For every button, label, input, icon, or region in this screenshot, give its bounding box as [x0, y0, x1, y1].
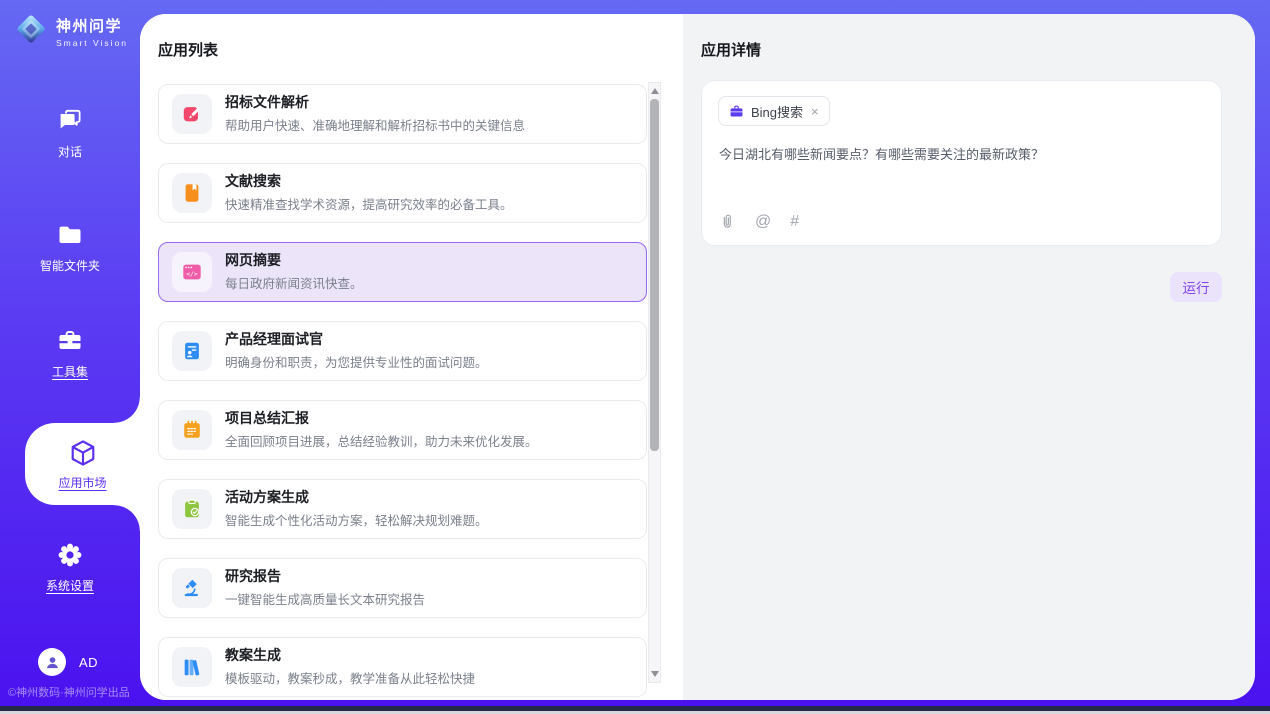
app-card-title: 教案生成: [225, 647, 475, 664]
app-card-活动方案生成[interactable]: 活动方案生成智能生成个性化活动方案，轻松解决规划难题。: [158, 479, 647, 539]
app-detail-panel: 应用详情 Bing搜索 × 今日湖北有哪些新闻要点？有哪些需要关注的最新政策？ …: [683, 14, 1255, 700]
app-card-title: 招标文件解析: [225, 94, 525, 111]
app-detail-title: 应用详情: [701, 39, 761, 60]
main-container: 应用列表 招标文件解析帮助用户快速、准确地理解和解析招标书中的关键信息文献搜索快…: [140, 14, 1255, 700]
activity-plan-icon: [172, 489, 212, 529]
app-card-招标文件解析[interactable]: 招标文件解析帮助用户快速、准确地理解和解析招标书中的关键信息: [158, 84, 647, 144]
app-card-title: 文献搜索: [225, 173, 513, 190]
sidebar-item-应用市场[interactable]: 应用市场: [25, 423, 140, 505]
tool-tag-bing-search[interactable]: Bing搜索 ×: [718, 96, 830, 126]
person-icon: [44, 654, 61, 671]
app-card-description: 每日政府新闻资讯快查。: [225, 273, 363, 292]
project-summary-icon: [172, 410, 212, 450]
app-card-description: 明确身份和职责，为您提供专业性的面试问题。: [225, 352, 488, 371]
app-card-list: 招标文件解析帮助用户快速、准确地理解和解析招标书中的关键信息文献搜索快速精准查找…: [158, 84, 647, 697]
app-card-description: 智能生成个性化活动方案，轻松解决规划难题。: [225, 510, 488, 529]
folder-icon: [56, 220, 84, 250]
app-card-网页摘要[interactable]: </> 网页摘要每日政府新闻资讯快查。: [158, 242, 647, 302]
sidebar-item-label: 对话: [58, 143, 82, 160]
app-list-scrollbar[interactable]: [648, 82, 661, 683]
sidebar-item-label: 工具集: [52, 363, 88, 380]
sidebar-item-工具集[interactable]: 工具集: [0, 326, 140, 380]
mention-icon[interactable]: @: [755, 214, 771, 230]
brand-subtitle: Smart Vision: [56, 38, 128, 48]
user-label: AD: [79, 655, 98, 670]
sidebar-item-系统设置[interactable]: 系统设置: [0, 540, 140, 594]
app-card-description: 模板驱动，教案秒成，教学准备从此轻松快捷: [225, 668, 475, 687]
brand-logo: 神州问学 Smart Vision: [13, 11, 128, 52]
scrollbar-thumb[interactable]: [650, 99, 659, 451]
app-card-教案生成[interactable]: 教案生成模板驱动，教案秒成，教学准备从此轻松快捷: [158, 637, 647, 697]
app-list-title: 应用列表: [158, 39, 218, 60]
app-card-项目总结汇报[interactable]: 项目总结汇报全面回顾项目进展，总结经验教训，助力未来优化发展。: [158, 400, 647, 460]
tool-tag-label: Bing搜索: [751, 102, 803, 121]
app-card-description: 帮助用户快速、准确地理解和解析招标书中的关键信息: [225, 115, 525, 134]
user-account[interactable]: AD: [38, 648, 98, 676]
app-card-文献搜索[interactable]: 文献搜索快速精准查找学术资源，提高研究效率的必备工具。: [158, 163, 647, 223]
hash-icon[interactable]: #: [790, 214, 799, 230]
app-card-title: 活动方案生成: [225, 489, 488, 506]
toolbox-icon: [56, 326, 84, 356]
briefcase-icon: [729, 104, 744, 119]
app-card-title: 网页摘要: [225, 252, 363, 269]
literature-search-icon: [172, 173, 212, 213]
app-list-panel: 应用列表 招标文件解析帮助用户快速、准确地理解和解析招标书中的关键信息文献搜索快…: [140, 14, 683, 700]
copyright-text: ©神州数码·神州问学出品: [8, 684, 130, 700]
sidebar-item-label: 系统设置: [46, 577, 94, 594]
cube-icon: [68, 438, 98, 468]
close-icon[interactable]: ×: [811, 104, 819, 119]
app-card-title: 产品经理面试官: [225, 331, 488, 348]
tender-parse-icon: [172, 94, 212, 134]
page-background: { "brand": { "name": "神州问学", "subtitle":…: [0, 0, 1270, 714]
chat-icon: [56, 106, 84, 136]
svg-text:</>: </>: [186, 270, 198, 278]
sidebar: 神州问学 Smart Vision 对话智能文件夹工具集应用市场系统设置 AD …: [0, 0, 140, 714]
brand-diamond-icon: [13, 11, 49, 52]
composer-toolbar: @#: [719, 213, 799, 230]
scroll-up-arrow-icon[interactable]: [651, 88, 659, 94]
paperclip-icon[interactable]: [719, 213, 736, 230]
app-card-description: 快速精准查找学术资源，提高研究效率的必备工具。: [225, 194, 513, 213]
sidebar-item-label: 应用市场: [58, 474, 106, 491]
run-button[interactable]: 运行: [1170, 272, 1222, 302]
lesson-plan-icon: [172, 647, 212, 687]
app-card-description: 全面回顾项目进展，总结经验教训，助力未来优化发展。: [225, 431, 538, 450]
app-card-description: 一键智能生成高质量长文本研究报告: [225, 589, 425, 608]
scroll-down-arrow-icon[interactable]: [651, 671, 659, 677]
avatar: [38, 648, 66, 676]
interviewer-icon: [172, 331, 212, 371]
sidebar-item-对话[interactable]: 对话: [0, 106, 140, 160]
webpage-summary-icon: </>: [172, 252, 212, 292]
app-card-title: 研究报告: [225, 568, 425, 585]
app-card-产品经理面试官[interactable]: 产品经理面试官明确身份和职责，为您提供专业性的面试问题。: [158, 321, 647, 381]
gear-icon: [56, 540, 84, 570]
sidebar-item-label: 智能文件夹: [40, 257, 100, 274]
app-card-title: 项目总结汇报: [225, 410, 538, 427]
app-card-研究报告[interactable]: 研究报告一键智能生成高质量长文本研究报告: [158, 558, 647, 618]
prompt-composer-card: Bing搜索 × 今日湖北有哪些新闻要点？有哪些需要关注的最新政策？ @#: [701, 80, 1222, 246]
sidebar-item-智能文件夹[interactable]: 智能文件夹: [0, 220, 140, 274]
research-report-icon: [172, 568, 212, 608]
brand-name: 神州问学: [56, 15, 128, 36]
prompt-text[interactable]: 今日湖北有哪些新闻要点？有哪些需要关注的最新政策？: [719, 145, 1205, 165]
